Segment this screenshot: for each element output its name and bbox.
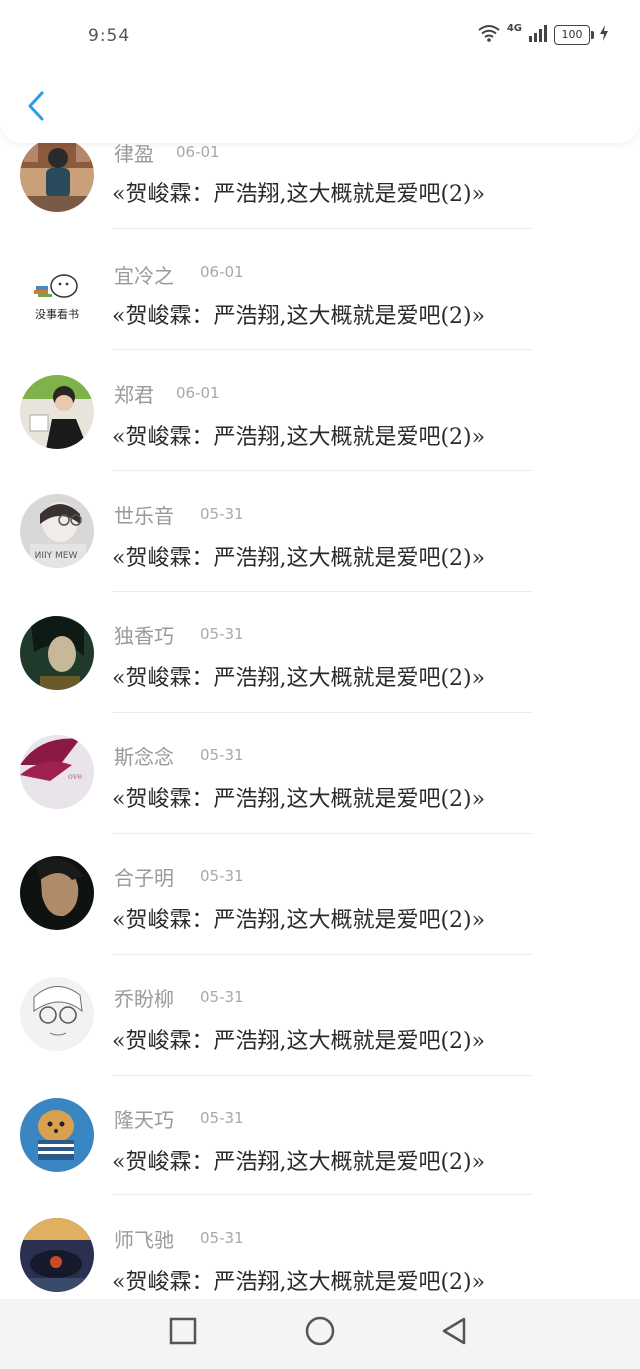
avatar: [20, 856, 94, 930]
read-date: 05-31: [200, 867, 244, 885]
reader-name: 师飞驰: [114, 1228, 174, 1252]
read-date: 05-31: [200, 1109, 244, 1127]
avatar: ИIIY МЕW: [20, 494, 94, 568]
reader-name: 隆天巧: [114, 1108, 174, 1132]
system-back-button[interactable]: [436, 1315, 472, 1351]
list-item[interactable]: 没事看书 宜冷之 06-01 «贺峻霖：严浩翔,这大概就是爱吧(2)»: [0, 258, 640, 378]
article-title[interactable]: «贺峻霖：严浩翔,这大概就是爱吧(2)»: [112, 419, 485, 451]
status-icons: 4G 100: [477, 22, 608, 46]
avatar: [20, 1098, 94, 1172]
divider: [112, 1075, 532, 1076]
avatar: ove: [20, 735, 94, 809]
svg-text:ove: ove: [68, 772, 82, 781]
avatar: [20, 616, 94, 690]
network-type: 4G: [506, 22, 522, 34]
reader-name: 世乐音: [114, 504, 174, 528]
system-nav-bar: [0, 1299, 640, 1369]
list-item[interactable]: ove 斯念念 05-31 «贺峻霖：严浩翔,这大概就是爱吧(2)»: [0, 735, 640, 861]
article-title[interactable]: «贺峻霖：严浩翔,这大概就是爱吧(2)»: [112, 298, 485, 330]
battery-icon: 100: [554, 25, 594, 45]
read-date: 05-31: [200, 988, 244, 1006]
reader-name: 独香巧: [114, 624, 174, 648]
triangle-back-icon: [439, 1316, 469, 1350]
signal-icon: [528, 24, 548, 46]
article-title[interactable]: «贺峻霖：严浩翔,这大概就是爱吧(2)»: [112, 1023, 485, 1055]
charging-icon: [600, 25, 608, 45]
avatar: 没事看书: [20, 260, 94, 334]
circle-icon: [304, 1315, 336, 1351]
list-item[interactable]: 律盈 06-01 «贺峻霖：严浩翔,这大概就是爱吧(2)»: [0, 138, 640, 258]
wifi-icon: [477, 24, 501, 46]
reader-name: 宜冷之: [114, 264, 174, 288]
divider: [112, 833, 532, 834]
divider: [112, 591, 532, 592]
avatar-label: 没事看书: [35, 307, 79, 321]
svg-text:ИIIY МЕW: ИIIY МЕW: [35, 551, 78, 561]
list-item[interactable]: ИIIY МЕW 世乐音 05-31 «贺峻霖：严浩翔,这大概就是爱吧(2)»: [0, 494, 640, 620]
avatar: [20, 977, 94, 1051]
list-item[interactable]: 乔盼柳 05-31 «贺峻霖：严浩翔,这大概就是爱吧(2)»: [0, 977, 640, 1103]
article-title[interactable]: «贺峻霖：严浩翔,这大概就是爱吧(2)»: [112, 540, 485, 572]
divider: [112, 470, 532, 471]
divider: [112, 349, 532, 350]
article-title[interactable]: «贺峻霖：严浩翔,这大概就是爱吧(2)»: [112, 1264, 485, 1296]
square-icon: [169, 1317, 197, 1349]
reader-name: 合子明: [114, 866, 174, 890]
back-button[interactable]: [20, 88, 52, 128]
read-date: 05-31: [200, 746, 244, 764]
article-title[interactable]: «贺峻霖：严浩翔,这大概就是爱吧(2)»: [112, 660, 485, 692]
avatar: [20, 138, 94, 212]
article-title[interactable]: «贺峻霖：严浩翔,这大概就是爱吧(2)»: [112, 1144, 485, 1176]
read-date: 06-01: [176, 384, 220, 402]
article-title[interactable]: «贺峻霖：严浩翔,这大概就是爱吧(2)»: [112, 781, 485, 813]
divider: [112, 712, 532, 713]
article-title[interactable]: «贺峻霖：严浩翔,这大概就是爱吧(2)»: [112, 176, 485, 208]
read-date: 05-31: [200, 625, 244, 643]
divider: [112, 954, 532, 955]
status-time: 9:54: [88, 26, 131, 46]
list-item[interactable]: 郑君 06-01 «贺峻霖：严浩翔,这大概就是爱吧(2)»: [0, 375, 640, 499]
reader-name: 斯念念: [114, 745, 174, 769]
list-item[interactable]: 独香巧 05-31 «贺峻霖：严浩翔,这大概就是爱吧(2)»: [0, 616, 640, 740]
chevron-left-icon: [26, 90, 46, 126]
article-title[interactable]: «贺峻霖：严浩翔,这大概就是爱吧(2)»: [112, 902, 485, 934]
reader-name: 乔盼柳: [114, 987, 174, 1011]
screen: 律盈 06-01 «贺峻霖：严浩翔,这大概就是爱吧(2)» 没事看书 宜冷之 0…: [0, 0, 640, 1369]
read-date: 06-01: [176, 143, 220, 161]
read-date: 06-01: [200, 263, 244, 281]
read-date: 05-31: [200, 505, 244, 523]
list-item[interactable]: 合子明 05-31 «贺峻霖：严浩翔,这大概就是爱吧(2)»: [0, 856, 640, 982]
top-header: 9:54 4G 100: [0, 0, 640, 143]
recents-button[interactable]: [165, 1315, 201, 1351]
home-button[interactable]: [302, 1315, 338, 1351]
list-item[interactable]: 隆天巧 05-31 «贺峻霖：严浩翔,这大概就是爱吧(2)»: [0, 1098, 640, 1224]
read-date: 05-31: [200, 1229, 244, 1247]
avatar: [20, 375, 94, 449]
divider: [112, 228, 532, 229]
reader-name: 郑君: [114, 383, 154, 407]
divider: [112, 1194, 532, 1195]
avatar: [20, 1218, 94, 1292]
